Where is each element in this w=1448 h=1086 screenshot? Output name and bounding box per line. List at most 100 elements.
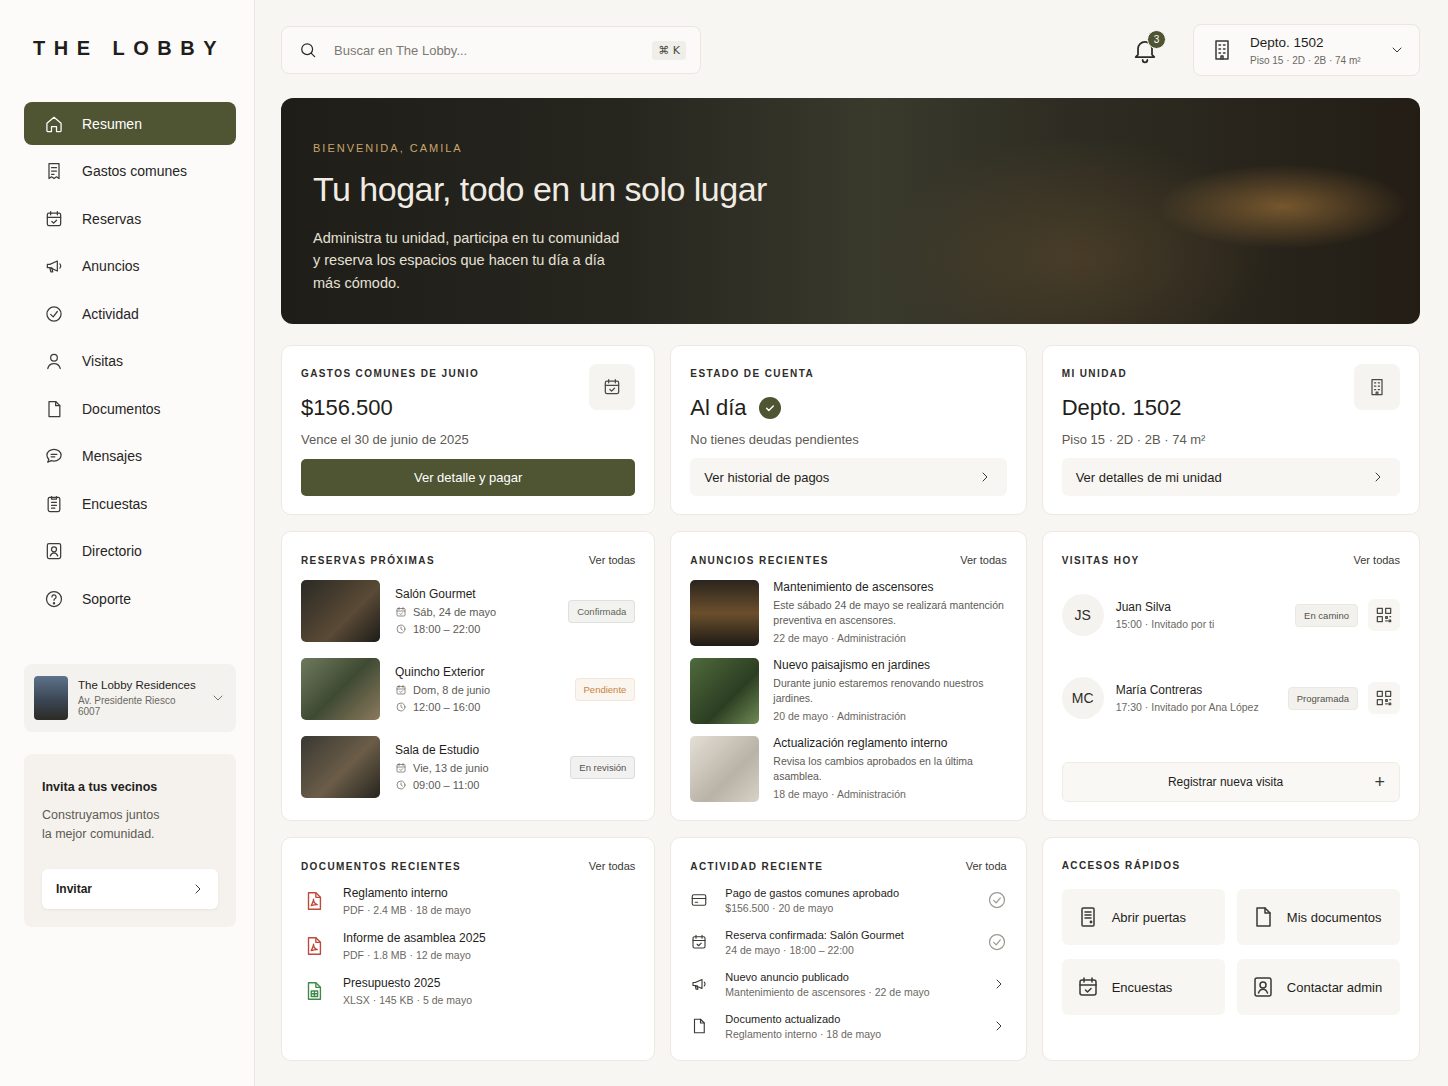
- quick-access-tile[interactable]: Encuestas: [1062, 959, 1225, 1015]
- activity-row[interactable]: Documento actualizado Reglamento interno…: [690, 1010, 1006, 1042]
- topbar: Buscar en The Lobby... ⌘ K 3 Depto. 1502…: [281, 24, 1420, 76]
- unit-selector-subtitle: Piso 15 · 2D · 2B · 74 m²: [1250, 55, 1373, 66]
- announcement-meta: 22 de mayo · Administración: [773, 632, 1006, 644]
- invite-title: Invita a tus vecinos: [42, 780, 218, 794]
- visit-row[interactable]: JS Juan Silva 15:00 · Invitado por ti En…: [1062, 584, 1400, 646]
- sidebar-item-label: Directorio: [82, 543, 142, 559]
- announcement-row[interactable]: Actualización reglamento interno Revisa …: [690, 736, 1006, 802]
- sidebar-item-label: Encuestas: [82, 496, 147, 512]
- announcements-card: ANUNCIOS RECIENTES Ver todas Mantenimien…: [670, 531, 1026, 821]
- document-row[interactable]: Informe de asamblea 2025 PDF · 1.8 MB · …: [301, 931, 635, 961]
- notifications-button[interactable]: 3: [1131, 36, 1159, 64]
- see-all-link[interactable]: Ver todas: [589, 554, 635, 566]
- chevron-right-icon: [991, 976, 1007, 992]
- sidebar-item[interactable]: Documentos: [24, 387, 236, 430]
- unit-header: MI UNIDAD Depto. 1502 Piso 15 · 2D · 2B …: [1062, 368, 1400, 447]
- logo[interactable]: THE LOBBY: [24, 37, 236, 60]
- qr-code-icon: [1374, 605, 1394, 625]
- qr-code-icon: [1374, 688, 1394, 708]
- invite-button[interactable]: Invitar: [42, 869, 218, 909]
- quick-access-icon: [1076, 905, 1100, 929]
- register-visit-button[interactable]: Registrar nueva visita +: [1062, 762, 1400, 802]
- building-name: The Lobby Residences: [78, 679, 200, 691]
- account-status-label: Al día: [690, 395, 746, 421]
- see-all-link[interactable]: Ver todas: [589, 860, 635, 872]
- activity-meta: 24 de mayo · 18:00 – 22:00: [725, 944, 969, 956]
- activity-title: ACTIVIDAD RECIENTE: [690, 861, 823, 872]
- document-info: Reglamento interno PDF · 2.4 MB · 18 de …: [343, 886, 471, 916]
- sidebar-item[interactable]: Actividad: [24, 292, 236, 335]
- unit-label: MI UNIDAD: [1062, 368, 1206, 379]
- sidebar-item-label: Actividad: [82, 306, 139, 322]
- reservations-list: Salón Gourmet Sáb, 24 de mayo 18:00 – 22…: [301, 580, 635, 798]
- pay-button[interactable]: Ver detalle y pagar: [301, 459, 635, 496]
- reservation-row[interactable]: Sala de Estudio Vie, 13 de junio 09:00 –…: [301, 736, 635, 798]
- calendar-icon: [44, 209, 64, 229]
- sidebar-item-label: Reservas: [82, 211, 141, 227]
- quick-access-icon: [1251, 975, 1275, 999]
- dashboard-grid: GASTOS COMUNES DE JUNIO $156.500 Vence e…: [281, 345, 1420, 1061]
- app: THE LOBBY Resumen Gastos comunes Reserva…: [0, 0, 1448, 1086]
- activity-meta: $156.500 · 20 de mayo: [725, 902, 969, 914]
- unit-details-button[interactable]: Ver detalles de mi unidad: [1062, 458, 1400, 496]
- announcement-row[interactable]: Mantenimiento de ascensores Este sábado …: [690, 580, 1006, 646]
- register-visit-label: Registrar nueva visita: [1077, 775, 1375, 789]
- activity-icon: [44, 304, 64, 324]
- quick-access-header: ACCESOS RÁPIDOS: [1062, 860, 1400, 871]
- see-all-link[interactable]: Ver todas: [1354, 554, 1400, 566]
- search-field[interactable]: Buscar en The Lobby... ⌘ K: [281, 26, 701, 74]
- quick-access-tile[interactable]: Contactar admin: [1237, 959, 1400, 1015]
- activity-row[interactable]: Nuevo anuncio publicado Mantenimiento de…: [690, 968, 1006, 1000]
- chevron-right-icon: [1370, 469, 1386, 485]
- reservation-time: 18:00 – 22:00: [395, 623, 553, 635]
- unit-selector[interactable]: Depto. 1502 Piso 15 · 2D · 2B · 74 m²: [1193, 24, 1420, 76]
- calendar-icon: [395, 762, 407, 774]
- document-meta: PDF · 2.4 MB · 18 de mayo: [343, 904, 471, 916]
- sidebar: THE LOBBY Resumen Gastos comunes Reserva…: [0, 0, 255, 1086]
- receipt-icon: [44, 161, 64, 181]
- help-icon: [44, 589, 64, 609]
- sidebar-item[interactable]: Soporte: [24, 577, 236, 620]
- quick-access-label: Mis documentos: [1287, 910, 1382, 925]
- reservation-row[interactable]: Salón Gourmet Sáb, 24 de mayo 18:00 – 22…: [301, 580, 635, 642]
- documents-header: DOCUMENTOS RECIENTES Ver todas: [301, 860, 635, 872]
- document-row[interactable]: Presupuesto 2025 XLSX · 145 KB · 5 de ma…: [301, 976, 635, 1006]
- activity-row[interactable]: Pago de gastos comunes aprobado $156.500…: [690, 884, 1006, 916]
- visits-header: VISITAS HOY Ver todas: [1062, 554, 1400, 566]
- see-all-link[interactable]: Ver todas: [960, 554, 1006, 566]
- qr-button[interactable]: [1368, 599, 1400, 631]
- reservation-info: Quincho Exterior Dom, 8 de junio 12:00 –…: [395, 665, 560, 713]
- quick-access-tile[interactable]: Mis documentos: [1237, 889, 1400, 945]
- visitor-avatar: MC: [1062, 677, 1104, 719]
- qr-button[interactable]: [1368, 682, 1400, 714]
- building-selector[interactable]: The Lobby Residences Av. Presidente Ries…: [24, 664, 236, 732]
- sidebar-item[interactable]: Encuestas: [24, 482, 236, 525]
- sidebar-item[interactable]: Anuncios: [24, 245, 236, 288]
- account-note: No tienes deudas pendientes: [690, 432, 1006, 447]
- payment-history-button[interactable]: Ver historial de pagos: [690, 458, 1006, 496]
- hero-banner: BIENVENIDA, CAMILA Tu hogar, todo en un …: [281, 98, 1420, 324]
- quick-access-tile[interactable]: Abrir puertas: [1062, 889, 1225, 945]
- announcement-row[interactable]: Nuevo paisajismo en jardines Durante jun…: [690, 658, 1006, 724]
- sidebar-item[interactable]: Resumen: [24, 102, 236, 145]
- activity-row[interactable]: Reserva confirmada: Salón Gourmet 24 de …: [690, 926, 1006, 958]
- announcement-text: Este sábado 24 de mayo se realizará mant…: [773, 598, 1006, 628]
- sidebar-item[interactable]: Visitas: [24, 340, 236, 383]
- announcement-info: Nuevo paisajismo en jardines Durante jun…: [773, 658, 1006, 722]
- reservation-row[interactable]: Quincho Exterior Dom, 8 de junio 12:00 –…: [301, 658, 635, 720]
- reservation-name: Quincho Exterior: [395, 665, 560, 679]
- document-row[interactable]: Reglamento interno PDF · 2.4 MB · 18 de …: [301, 886, 635, 916]
- reservation-date: Sáb, 24 de mayo: [395, 606, 553, 618]
- quick-access-label: Contactar admin: [1287, 980, 1382, 995]
- visit-row[interactable]: MC María Contreras 17:30 · Invitado por …: [1062, 667, 1400, 729]
- hero-text-line: más cómodo.: [313, 272, 1388, 294]
- sidebar-item[interactable]: Mensajes: [24, 435, 236, 478]
- sidebar-item[interactable]: Directorio: [24, 530, 236, 573]
- document-meta: PDF · 1.8 MB · 12 de mayo: [343, 949, 486, 961]
- announcement-title: Nuevo paisajismo en jardines: [773, 658, 1006, 672]
- quick-access-title: ACCESOS RÁPIDOS: [1062, 860, 1181, 871]
- see-all-link[interactable]: Ver toda: [966, 860, 1007, 872]
- sidebar-item[interactable]: Gastos comunes: [24, 150, 236, 193]
- chat-icon: [44, 446, 64, 466]
- sidebar-item[interactable]: Reservas: [24, 197, 236, 240]
